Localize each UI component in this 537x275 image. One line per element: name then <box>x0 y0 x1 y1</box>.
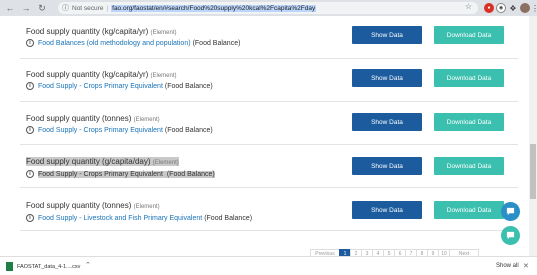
dataset-link[interactable]: Food Supply - Crops Primary Equivalent <box>38 127 163 134</box>
result-title-text: Food supply quantity (kg/capita/yr) <box>26 27 149 36</box>
search-results: Food supply quantity (kg/capita/yr) (Ele… <box>0 16 537 256</box>
show-data-button[interactable]: Show Data <box>352 69 422 87</box>
profile-avatar[interactable] <box>520 3 530 13</box>
download-filename: FAOSTAT_data_4-1....csv <box>17 263 81 270</box>
extensions-puzzle-icon[interactable]: ❖ <box>508 3 518 13</box>
url-text[interactable]: fao.org/faostat/en/#search/Food%20supply… <box>111 4 317 12</box>
extension-red-icon[interactable]: ● <box>484 3 494 13</box>
info-icon[interactable]: ⓘ <box>62 3 69 13</box>
chat-bubble-icon <box>506 207 515 216</box>
result-row: Food supply quantity (kg/capita/yr) (Ele… <box>0 59 537 102</box>
result-row: Food supply quantity (tonnes) (Element) … <box>0 102 537 145</box>
dataset-link[interactable]: Food Supply - Crops Primary Equivalent <box>38 83 163 90</box>
domain-label: (Food Balance) <box>166 170 215 178</box>
browser-menu-icon[interactable]: ⋮ <box>530 3 537 13</box>
result-source: i Food Supply - Livestock and Fish Prima… <box>26 214 252 222</box>
close-downloads-icon[interactable]: ✕ <box>523 262 529 270</box>
result-title: Food supply quantity (kg/capita/yr) (Ele… <box>26 70 177 79</box>
download-data-button[interactable]: Download Data <box>434 157 504 175</box>
info-circle-icon: i <box>26 126 34 134</box>
result-title-text: Food supply quantity (tonnes) <box>26 201 132 210</box>
show-data-button[interactable]: Show Data <box>352 201 422 219</box>
forward-icon[interactable]: → <box>20 2 32 14</box>
show-all-downloads-link[interactable]: Show all <box>496 263 519 269</box>
result-title-text: Food supply quantity (kg/capita/yr) <box>26 70 149 79</box>
result-title-text: Food supply quantity (g/capita/day) <box>26 157 151 166</box>
domain-label: (Food Balance) <box>164 82 213 90</box>
dataset-link[interactable]: Food Balances (old methodology and popul… <box>38 40 191 47</box>
result-row: Food supply quantity (tonnes) (Element) … <box>0 188 537 231</box>
download-item[interactable]: FAOSTAT_data_4-1....csv <box>6 260 80 273</box>
show-data-button[interactable]: Show Data <box>352 26 422 44</box>
result-title: Food supply quantity (kg/capita/yr) (Ele… <box>26 27 177 36</box>
download-data-button[interactable]: Download Data <box>434 201 504 219</box>
show-data-button[interactable]: Show Data <box>352 157 422 175</box>
downloads-bar: FAOSTAT_data_4-1....csv ⌃ Show all ✕ <box>0 256 537 275</box>
dataset-link[interactable]: Food Supply - Crops Primary Equivalent <box>38 171 163 178</box>
result-source: i Food Supply - Crops Primary Equivalent… <box>26 170 215 178</box>
result-title-text: Food supply quantity (tonnes) <box>26 114 132 123</box>
element-tag: (Element) <box>133 117 160 123</box>
reload-icon[interactable]: ↻ <box>36 2 48 14</box>
result-row: Food supply quantity (kg/capita/yr) (Ele… <box>0 16 537 59</box>
download-options-chevron-icon[interactable]: ⌃ <box>85 261 91 269</box>
info-circle-icon: i <box>26 170 34 178</box>
security-label: Not secure <box>72 4 104 12</box>
result-source: i Food Supply - Crops Primary Equivalent… <box>26 126 213 134</box>
support-chat-button[interactable] <box>501 226 520 245</box>
back-icon[interactable]: ← <box>4 2 16 14</box>
bookmark-star-icon[interactable]: ☆ <box>465 2 472 11</box>
result-title-text-selected: Food supply quantity (g/capita/day) (Ele… <box>26 157 179 166</box>
domain-label: (Food Balance) <box>204 214 253 222</box>
browser-toolbar: ← → ↻ ⓘ Not secure | fao.org/faostat/en/… <box>0 0 537 16</box>
domain-label: (Food Balance) <box>164 126 213 134</box>
page-scrollbar[interactable] <box>529 16 537 256</box>
address-bar[interactable]: ⓘ Not secure | fao.org/faostat/en/#searc… <box>58 2 478 14</box>
result-title: Food supply quantity (tonnes) (Element) <box>26 201 160 210</box>
download-data-button[interactable]: Download Data <box>434 26 504 44</box>
dataset-link[interactable]: Food Supply - Livestock and Fish Primary… <box>38 215 202 222</box>
result-source: i Food Supply - Crops Primary Equivalent… <box>26 82 213 90</box>
info-circle-icon: i <box>26 82 34 90</box>
result-row: Food supply quantity (g/capita/day) (Ele… <box>0 145 537 188</box>
show-data-button[interactable]: Show Data <box>352 113 422 131</box>
result-title: Food supply quantity (tonnes) (Element) <box>26 114 160 123</box>
row-divider <box>20 230 518 231</box>
extension-shield-icon[interactable]: ◉ <box>496 3 506 13</box>
scrollbar-thumb[interactable] <box>530 144 536 199</box>
result-source-selected: Food Supply - Crops Primary Equivalent (… <box>38 170 215 178</box>
domain-label: (Food Balance) <box>192 39 241 47</box>
result-title: Food supply quantity (g/capita/day) (Ele… <box>26 157 179 166</box>
address-separator: | <box>106 4 109 12</box>
info-circle-icon: i <box>26 214 34 222</box>
element-tag: (Element) <box>152 160 179 166</box>
result-source: i Food Balances (old methodology and pop… <box>26 39 240 47</box>
info-circle-icon: i <box>26 39 34 47</box>
element-tag: (Element) <box>150 30 177 36</box>
download-data-button[interactable]: Download Data <box>434 113 504 131</box>
chat-button[interactable] <box>501 202 520 221</box>
csv-file-icon <box>6 262 13 271</box>
element-tag: (Element) <box>133 204 160 210</box>
chat-icon <box>506 231 515 240</box>
element-tag: (Element) <box>150 73 177 79</box>
download-data-button[interactable]: Download Data <box>434 69 504 87</box>
